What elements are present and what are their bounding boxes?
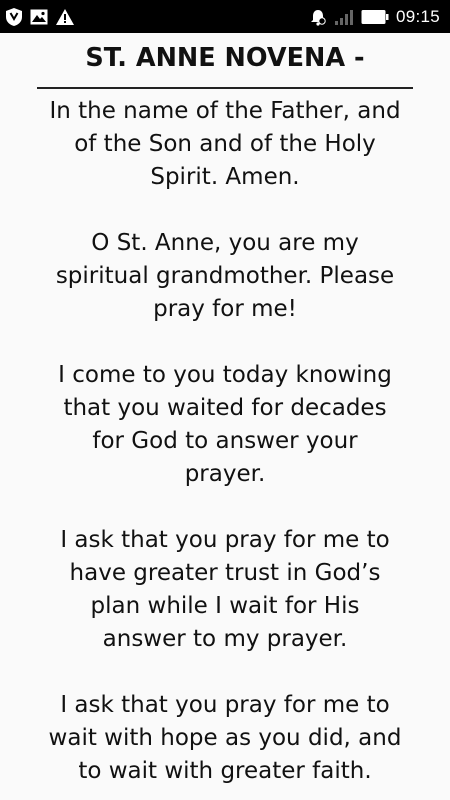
prayer-line: pray for me! xyxy=(153,296,297,322)
novena-content[interactable]: ST. ANNE NOVENA - In the name of the Fat… xyxy=(0,33,450,800)
prayer-line: prayer. xyxy=(184,461,266,487)
warning-icon xyxy=(56,8,74,25)
prayer-line: I come to you today knowing xyxy=(58,362,392,388)
prayer-line: spiritual grandmother. Please xyxy=(55,263,395,289)
prayer-line: wait with hope as you did, and xyxy=(48,725,402,751)
clock: 09:15 xyxy=(395,6,440,26)
prayer-line: In the name of the Father, and xyxy=(49,98,401,124)
shield-app-icon xyxy=(6,7,22,26)
page-title: ST. ANNE NOVENA - xyxy=(85,43,365,73)
prayer-line: of the Son and of the Holy xyxy=(74,131,376,157)
prayer-line: Spirit. Amen. xyxy=(150,164,300,190)
prayer-paragraph: In the name of the Father, and of the So… xyxy=(30,95,420,194)
prayer-text: In the name of the Father, and of the So… xyxy=(30,89,420,788)
system-icons: 09:15 xyxy=(309,7,440,27)
prayer-line: answer to my prayer. xyxy=(102,626,348,652)
notification-icons xyxy=(6,7,74,26)
prayer-line: have greater trust in God’s xyxy=(69,560,381,586)
image-notification-icon xyxy=(30,9,48,25)
prayer-line: that you waited for decades xyxy=(63,395,387,421)
status-bar: 09:15 xyxy=(0,0,450,33)
prayer-line: I ask that you pray for me to xyxy=(60,527,390,553)
prayer-line: to wait with greater faith. xyxy=(78,758,372,784)
prayer-paragraph: I ask that you pray for me to wait with … xyxy=(30,689,420,788)
prayer-line: for God to answer your xyxy=(92,428,358,454)
battery-icon xyxy=(361,9,389,25)
prayer-paragraph: O St. Anne, you are my spiritual grandmo… xyxy=(30,227,420,326)
prayer-paragraph: I come to you today knowing that you wai… xyxy=(30,359,420,491)
prayer-line: plan while I wait for His xyxy=(90,593,360,619)
alarm-icon xyxy=(309,8,327,26)
prayer-line: I ask that you pray for me to xyxy=(60,692,390,718)
prayer-paragraph: I ask that you pray for me to have great… xyxy=(30,524,420,656)
signal-icon xyxy=(334,9,354,25)
prayer-line: O St. Anne, you are my xyxy=(91,230,359,256)
